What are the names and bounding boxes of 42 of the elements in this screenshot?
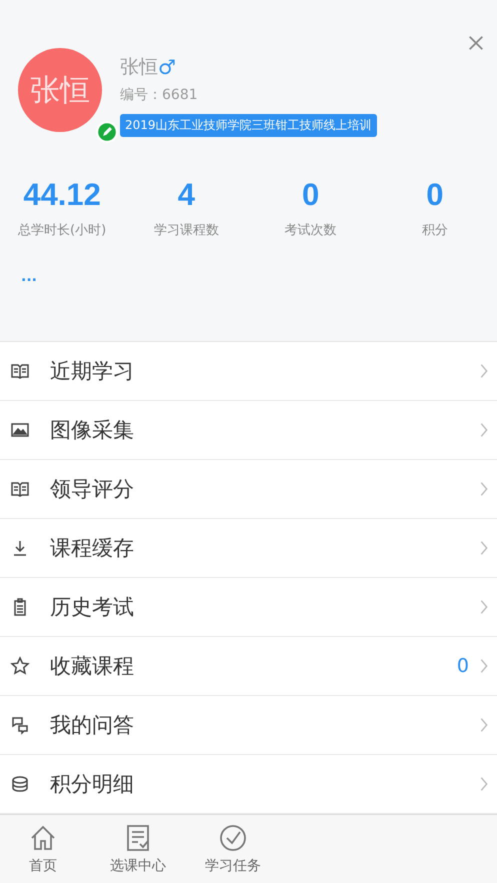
stat-label: 积分 <box>422 222 448 239</box>
menu-label: 近期学习 <box>50 358 135 386</box>
stat-label: 学习课程数 <box>154 222 219 239</box>
user-name: 张恒 <box>120 55 158 80</box>
stat-value: 0 <box>302 177 320 213</box>
menu-label: 领导评分 <box>50 476 135 504</box>
chat-icon <box>10 715 30 736</box>
gender-symbol: ♂ <box>158 55 176 79</box>
chevron-icon <box>479 362 489 380</box>
menu-item[interactable]: 收藏课程 0 <box>0 637 497 696</box>
stat-value: 0 <box>426 177 444 213</box>
item-count: 0 <box>456 655 469 678</box>
menu-item[interactable]: 我的问答 <box>0 696 497 756</box>
stat-label: 考试次数 <box>284 222 337 239</box>
menu-item[interactable]: 图像采集 <box>0 401 497 460</box>
stat-value: 4 <box>178 177 195 213</box>
close-icon[interactable] <box>467 34 485 52</box>
menu-item[interactable]: 课程缓存 <box>0 519 497 578</box>
stat-value: 44.12 <box>23 177 101 213</box>
menu-label: 收藏课程 <box>50 653 135 680</box>
checkmark-icon <box>218 823 248 854</box>
chevron-icon <box>479 775 489 794</box>
menu-item[interactable]: 历史考试 <box>0 578 497 638</box>
stat-label: 总学时长(小时) <box>18 222 106 239</box>
class-tag: 2019山东工业技师学院三班钳工技师线上培训 <box>120 114 377 137</box>
menu-label: 积分明细 <box>50 771 135 798</box>
chevron-icon <box>479 480 489 498</box>
edit-icon[interactable] <box>96 121 118 143</box>
chevron-icon <box>479 421 489 440</box>
menu-label: 课程缓存 <box>50 535 135 562</box>
coins-icon <box>10 774 30 794</box>
menu-label: 图像采集 <box>50 417 135 444</box>
star-icon <box>10 656 30 676</box>
chevron-icon <box>479 716 489 734</box>
menu-item[interactable]: 领导评分 <box>0 460 497 520</box>
menu-label: 我的问答 <box>50 712 135 740</box>
menu-item[interactable]: 近期学习 <box>0 342 497 402</box>
chevron-icon <box>479 539 489 558</box>
chevron-icon <box>479 657 489 676</box>
chevron-icon <box>479 598 489 616</box>
user-id: 编号：6681 <box>120 86 198 104</box>
menu-label: 历史考试 <box>50 594 135 622</box>
